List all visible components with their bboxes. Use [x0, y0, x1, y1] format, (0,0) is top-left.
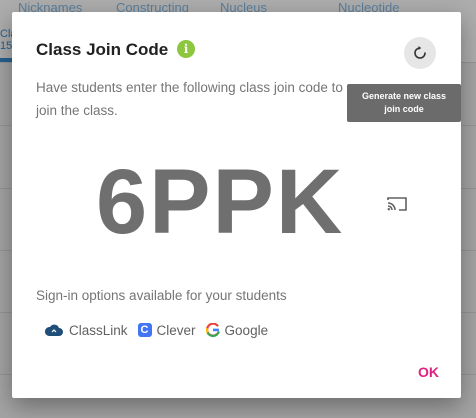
- refresh-tooltip-text: Generate new class join code: [361, 91, 447, 114]
- signin-providers: ClassLink C Clever Google: [44, 320, 278, 340]
- info-icon[interactable]: i: [177, 40, 195, 58]
- cast-icon: [387, 197, 407, 211]
- provider-classlink: ClassLink: [44, 323, 128, 338]
- signin-options-label: Sign-in options available for your stude…: [36, 288, 287, 303]
- generate-new-code-button[interactable]: [404, 37, 436, 69]
- join-code: 6PPK: [96, 151, 345, 253]
- class-join-code-dialog: Class Join Code i Have students enter th…: [12, 12, 461, 398]
- provider-clever: C Clever: [137, 322, 196, 338]
- provider-google: Google: [205, 322, 269, 338]
- provider-label: ClassLink: [69, 322, 128, 338]
- clever-icon: C: [137, 323, 152, 337]
- classlink-icon: [44, 324, 63, 336]
- cast-button[interactable]: [386, 195, 408, 213]
- refresh-icon: [414, 46, 426, 59]
- refresh-tooltip: Generate new class join code: [347, 84, 461, 122]
- provider-label: Clever: [156, 322, 196, 338]
- provider-label: Google: [224, 322, 269, 338]
- ok-button[interactable]: OK: [414, 362, 443, 382]
- dialog-title: Class Join Code: [36, 40, 169, 59]
- google-icon: [205, 323, 220, 337]
- dialog-description: Have students enter the following class …: [36, 80, 343, 118]
